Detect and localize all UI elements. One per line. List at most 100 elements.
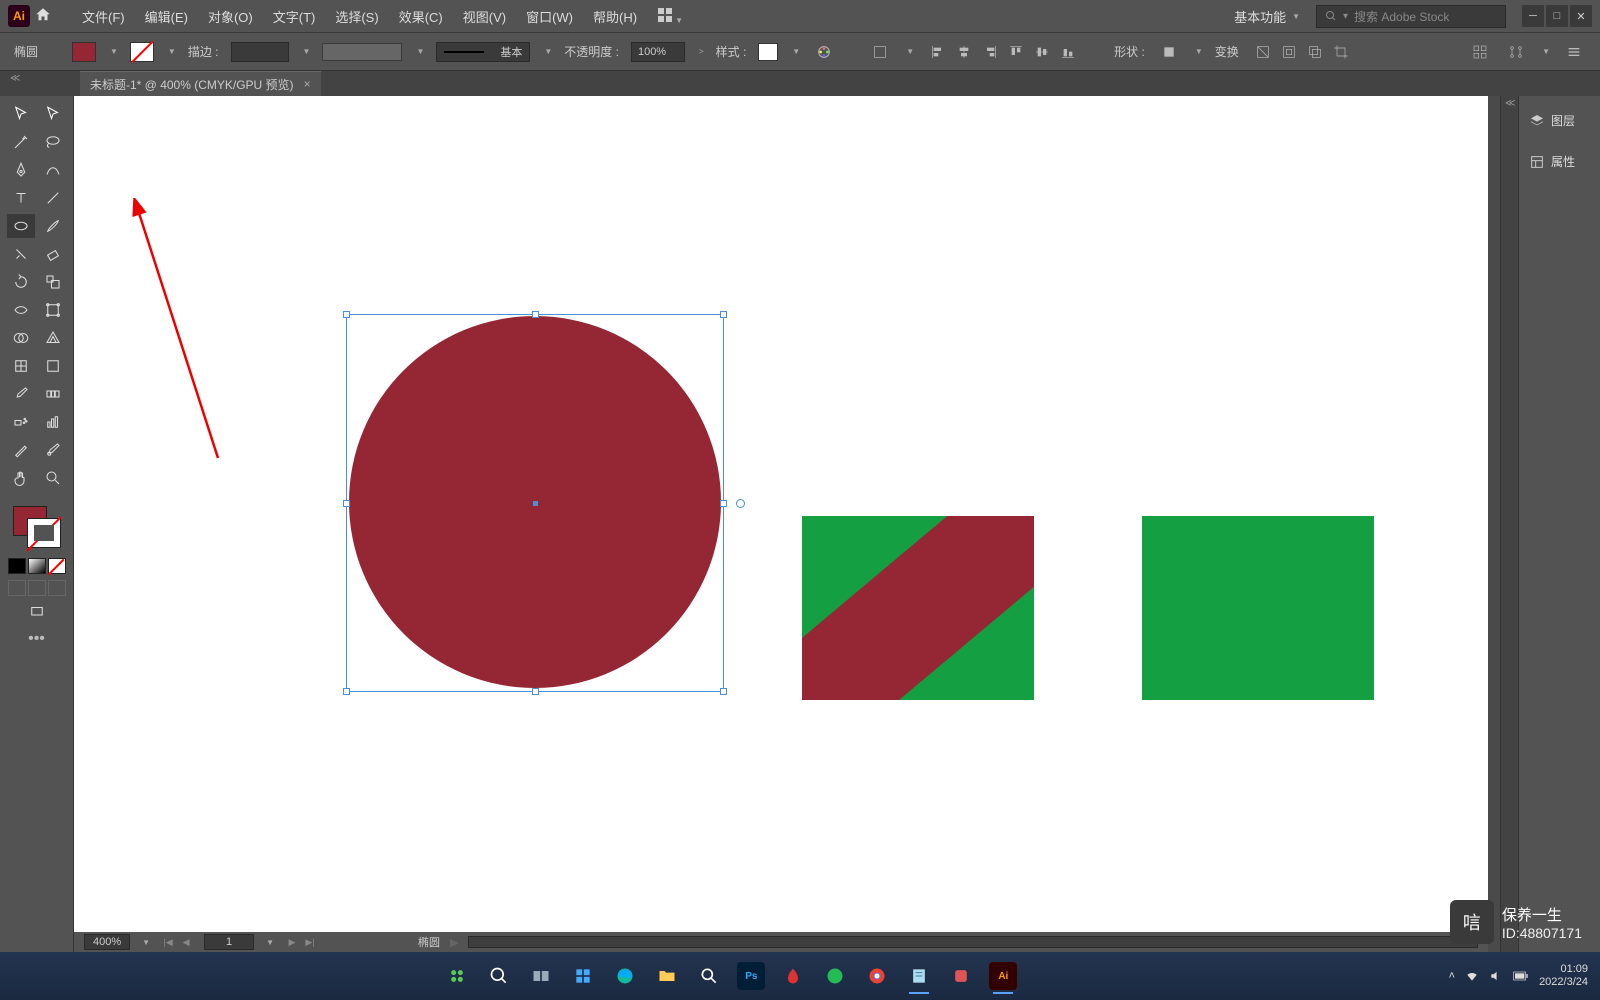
fill-stroke-control[interactable] <box>11 504 63 550</box>
tray-battery-icon[interactable] <box>1513 970 1529 982</box>
slice-tool[interactable] <box>7 438 35 462</box>
isolate-icon[interactable] <box>1251 40 1275 64</box>
home-icon[interactable] <box>34 6 54 26</box>
recolor-icon[interactable] <box>812 40 836 64</box>
artboard-tool[interactable] <box>39 438 67 462</box>
edge-icon[interactable] <box>607 958 643 994</box>
collapse-left-icon[interactable]: ≪ <box>10 73 20 84</box>
crop-icon[interactable] <box>1329 40 1353 64</box>
menu-object[interactable]: 对象(O) <box>200 3 261 30</box>
explorer-icon[interactable] <box>649 958 685 994</box>
width-tool[interactable] <box>7 298 35 322</box>
workspace-switcher[interactable]: 基本功能▼ <box>1226 5 1308 28</box>
align-doc-icon[interactable] <box>868 40 892 64</box>
eyedropper-tool[interactable] <box>7 382 35 406</box>
free-transform-tool[interactable] <box>39 298 67 322</box>
line-tool[interactable] <box>39 186 67 210</box>
start-icon[interactable] <box>439 958 475 994</box>
menu-select[interactable]: 选择(S) <box>327 3 386 30</box>
panel-properties[interactable]: 属性 <box>1519 145 1600 178</box>
shape-rectangle-2[interactable] <box>1142 516 1374 700</box>
mesh-tool[interactable] <box>7 354 35 378</box>
eraser-tool[interactable] <box>39 242 67 266</box>
shape-builder-tool[interactable] <box>7 326 35 350</box>
edit-toolbar[interactable]: ••• <box>28 630 45 648</box>
ellipse-tool[interactable] <box>7 214 35 238</box>
brush-tool[interactable] <box>39 214 67 238</box>
menu-edit[interactable]: 编辑(E) <box>137 3 196 30</box>
color-mode-gradient[interactable] <box>28 558 46 574</box>
scale-tool[interactable] <box>39 270 67 294</box>
xy-icon[interactable] <box>1468 40 1492 64</box>
blend-tool[interactable] <box>39 382 67 406</box>
menu-type[interactable]: 文字(T) <box>265 3 324 30</box>
pen-tool[interactable] <box>7 158 35 182</box>
chrome-icon[interactable] <box>859 958 895 994</box>
collapse-right-icon[interactable]: ≪ <box>1505 98 1515 109</box>
menu-icon[interactable] <box>1562 40 1586 64</box>
edit-icon[interactable] <box>1277 40 1301 64</box>
photoshop-icon[interactable]: Ps <box>733 958 769 994</box>
panel-layers[interactable]: 图层 <box>1519 104 1600 137</box>
symbol-sprayer-tool[interactable] <box>7 410 35 434</box>
align-left-icon[interactable] <box>926 40 950 64</box>
notepad-icon[interactable] <box>901 958 937 994</box>
app4-icon[interactable] <box>943 958 979 994</box>
search-box[interactable]: ▾ 搜索 Adobe Stock <box>1316 5 1506 28</box>
gradient-tool[interactable] <box>39 354 67 378</box>
align-bottom-icon[interactable] <box>1056 40 1080 64</box>
app2-icon[interactable] <box>775 958 811 994</box>
type-tool[interactable] <box>7 186 35 210</box>
rotate-tool[interactable] <box>7 270 35 294</box>
toolbar-stroke-swatch[interactable] <box>27 518 61 548</box>
opacity-input[interactable] <box>631 42 685 62</box>
shaper-tool[interactable] <box>7 242 35 266</box>
zoom-level[interactable]: 400% <box>84 934 130 950</box>
app1-icon[interactable] <box>691 958 727 994</box>
prev-artboard-icon[interactable]: ◀ <box>178 935 194 949</box>
pref-icon[interactable] <box>1504 40 1528 64</box>
align-hcenter-icon[interactable] <box>952 40 976 64</box>
screen-mode[interactable] <box>23 600 51 624</box>
tray-network-icon[interactable] <box>1465 969 1479 983</box>
draw-behind[interactable] <box>28 580 46 596</box>
graphic-style[interactable] <box>758 43 778 61</box>
color-mode-none[interactable] <box>48 558 66 574</box>
magic-wand-tool[interactable] <box>7 130 35 154</box>
artboard-number[interactable]: 1 <box>204 934 254 950</box>
direct-selection-tool[interactable] <box>39 102 67 126</box>
stroke-swatch[interactable] <box>130 42 154 62</box>
document-tab[interactable]: 未标题-1* @ 400% (CMYK/GPU 预览) × <box>80 71 321 97</box>
status-chevron-icon[interactable]: ▶ <box>450 936 458 949</box>
stroke-weight-input[interactable] <box>231 42 289 62</box>
color-mode-solid[interactable] <box>8 558 26 574</box>
shape-menu-icon[interactable] <box>1157 40 1181 64</box>
align-top-icon[interactable] <box>1004 40 1028 64</box>
tray-chevron-icon[interactable]: ˄ <box>1449 970 1455 982</box>
close-button[interactable]: ✕ <box>1570 5 1592 27</box>
fill-swatch[interactable] <box>72 42 96 62</box>
clip-icon[interactable] <box>1303 40 1327 64</box>
zoom-tool[interactable] <box>39 466 67 490</box>
maximize-button[interactable]: □ <box>1546 5 1568 27</box>
menu-view[interactable]: 视图(V) <box>455 3 514 30</box>
menu-help[interactable]: 帮助(H) <box>585 3 645 30</box>
tab-close-icon[interactable]: × <box>304 77 311 91</box>
shape-rectangle-1[interactable] <box>802 516 1034 700</box>
curvature-tool[interactable] <box>39 158 67 182</box>
menu-window[interactable]: 窗口(W) <box>518 3 581 30</box>
taskview-icon[interactable] <box>523 958 559 994</box>
horizontal-scrollbar[interactable] <box>468 936 1478 948</box>
lasso-tool[interactable] <box>39 130 67 154</box>
taskbar-clock[interactable]: 01:09 2022/3/24 <box>1539 963 1588 989</box>
minimize-button[interactable]: ─ <box>1522 5 1544 27</box>
last-artboard-icon[interactable]: ▶| <box>302 935 318 949</box>
align-vcenter-icon[interactable] <box>1030 40 1054 64</box>
widgets-icon[interactable] <box>565 958 601 994</box>
draw-normal[interactable] <box>8 580 26 596</box>
tray-volume-icon[interactable] <box>1489 969 1503 983</box>
selection-tool[interactable] <box>7 102 35 126</box>
artboard[interactable] <box>74 96 1488 932</box>
menu-arrange[interactable]: ▼ <box>649 3 691 30</box>
menu-file[interactable]: 文件(F) <box>74 3 133 30</box>
